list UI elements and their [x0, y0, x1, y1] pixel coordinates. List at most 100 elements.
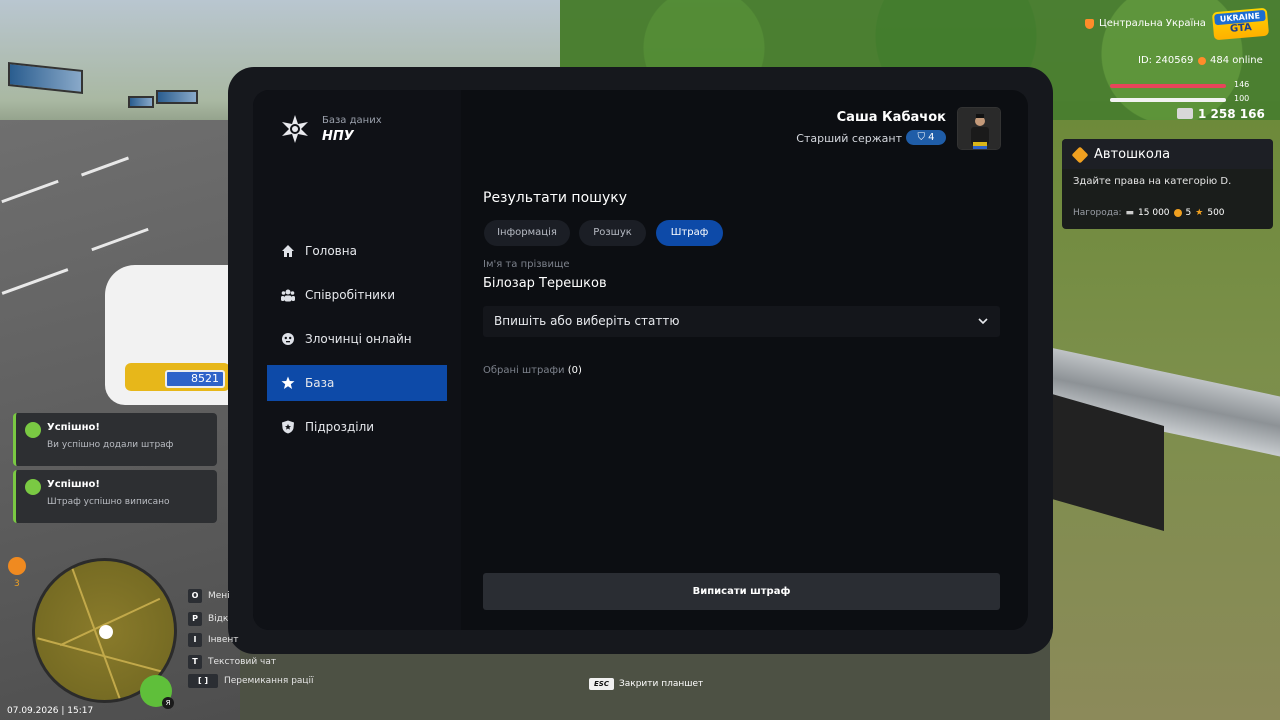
sidebar-item-units[interactable]: Підрозділи: [267, 409, 447, 445]
keyhint-label: Відк: [208, 614, 229, 624]
job-count: 3: [14, 579, 20, 589]
keyhint: T Текстовий чат: [188, 655, 276, 669]
game-logo: UKRAINE GTA: [1211, 7, 1270, 41]
quest-reward: Нагорода: ▬ 15 000 5 ★ 500: [1073, 208, 1225, 218]
article-select[interactable]: Впишіть або виберіть статтю: [483, 306, 1000, 337]
keyhint-label: Перемикання рації: [224, 676, 314, 686]
player-marker-icon: [99, 625, 113, 639]
sidebar-item-label: Злочинці онлайн: [305, 332, 412, 346]
coin-icon: [1173, 209, 1182, 217]
shield-icon: [282, 420, 294, 434]
money-value: 1 258 166: [1198, 107, 1265, 121]
armor-bar: [1110, 98, 1226, 102]
quest-title: Автошкола: [1094, 147, 1171, 162]
issue-fine-button[interactable]: Виписати штраф: [483, 573, 1000, 610]
reward-coins: 5: [1185, 208, 1192, 218]
health-value: 146: [1234, 80, 1250, 89]
notification-desc: Ви успішно додали штраф: [47, 440, 174, 450]
keyhint: I Інвент: [188, 633, 239, 647]
sidebar-item-label: Співробітники: [305, 288, 396, 302]
tab-wanted[interactable]: Розшук: [579, 220, 646, 246]
rank-badge: ⛉ 4: [906, 130, 946, 145]
esc-label: Закрити планшет: [619, 679, 704, 689]
player-id: ID: 240569: [1138, 55, 1194, 66]
online-count: 484 online: [1198, 55, 1263, 66]
sidebar-item-label: Підрозділи: [305, 420, 375, 434]
chosen-fines-label: Обрані штрафи: [483, 365, 565, 376]
chosen-fines-count: (0): [567, 365, 582, 376]
police-car: 8521: [105, 265, 230, 405]
users-icon: [281, 289, 295, 302]
billboard: [8, 62, 83, 94]
name-value: Білозар Терешков: [483, 276, 607, 291]
quest-description: Здайте права на категорію D.: [1073, 176, 1232, 187]
sidebar-item-base[interactable]: База: [267, 365, 447, 401]
sidebar-item-home[interactable]: Головна: [267, 233, 447, 269]
mic-label: Я: [162, 697, 174, 709]
map-road: [37, 637, 174, 677]
job-icon: [8, 557, 26, 575]
notification-title: Успішно!: [47, 479, 100, 490]
region-indicator: Центральна Україна: [1085, 18, 1206, 29]
armor-value: 100: [1234, 94, 1250, 103]
key: T: [188, 655, 202, 669]
keyhint: [ ] Перемикання рації: [188, 674, 314, 688]
user-rank: Старший сержант: [796, 132, 902, 145]
notification-desc: Штраф успішно виписано: [47, 497, 170, 507]
map-road: [70, 565, 122, 700]
notification-title: Успішно!: [47, 422, 100, 433]
microphone-button[interactable]: Я: [140, 675, 174, 709]
results-title: Результати пошуку: [483, 190, 627, 206]
billboard: [128, 96, 154, 108]
keyhint-label: Мені: [208, 591, 230, 601]
database-label: База даних: [322, 115, 382, 126]
article-select-placeholder: Впишіть або виберіть статтю: [494, 314, 680, 328]
billboard: [156, 90, 198, 104]
check-icon: [25, 479, 41, 495]
money-icon: [1177, 108, 1193, 119]
esc-key: ESC: [589, 678, 614, 690]
sidebar-item-label: База: [305, 376, 335, 390]
sidebar-item-label: Головна: [305, 244, 357, 258]
region-shield-icon: [1085, 18, 1094, 29]
close-tablet-hint: ESC Закрити планшет: [589, 678, 703, 690]
mask-icon: [282, 333, 294, 345]
reward-stars: 500: [1207, 208, 1225, 218]
star-icon: [281, 376, 295, 389]
keyhint: P Відк: [188, 612, 228, 626]
tab-info[interactable]: Інформація: [484, 220, 570, 246]
sidebar-item-criminals[interactable]: Злочинці онлайн: [267, 321, 447, 357]
key: P: [188, 612, 202, 626]
map-road: [59, 597, 161, 647]
check-icon: [25, 422, 41, 438]
tab-fine[interactable]: Штраф: [656, 220, 723, 246]
home-icon: [282, 245, 294, 257]
sidebar-item-employees[interactable]: Співробітники: [267, 277, 447, 313]
chosen-fines: Обрані штрафи (0): [483, 365, 582, 376]
star-icon: ★: [1195, 208, 1204, 218]
user-name: Саша Кабачок: [836, 110, 946, 125]
name-label: Ім'я та прізвище: [483, 259, 570, 270]
notification: Успішно! Ви успішно додали штраф: [13, 413, 217, 466]
sidebar: База даних НПУ Головна Співробітники Зло…: [253, 90, 461, 630]
car-plate: 8521: [165, 370, 225, 388]
database-name: НПУ: [322, 129, 354, 144]
police-star-icon: [282, 115, 308, 143]
key: O: [188, 589, 202, 603]
reward-label: Нагорода:: [1073, 208, 1122, 218]
keyhint-label: Інвент: [208, 635, 239, 645]
health-bar: [1110, 84, 1226, 88]
datetime: 07.09.2026 | 15:17: [7, 706, 94, 716]
keyhint: O Мені: [188, 589, 230, 603]
keyhint-label: Текстовий чат: [208, 657, 277, 667]
region-name: Центральна Україна: [1099, 18, 1206, 29]
avatar: [957, 107, 1001, 150]
tablet-screen: База даних НПУ Головна Співробітники Зло…: [253, 90, 1028, 630]
key: [ ]: [188, 674, 218, 688]
avatar-figure-icon: [958, 108, 1000, 149]
notification: Успішно! Штраф успішно виписано: [13, 470, 217, 523]
online-text: 484 online: [1210, 55, 1263, 66]
rank-shield-icon: ⛉: [917, 132, 925, 143]
key: I: [188, 633, 202, 647]
rank-level: 4: [928, 132, 935, 143]
